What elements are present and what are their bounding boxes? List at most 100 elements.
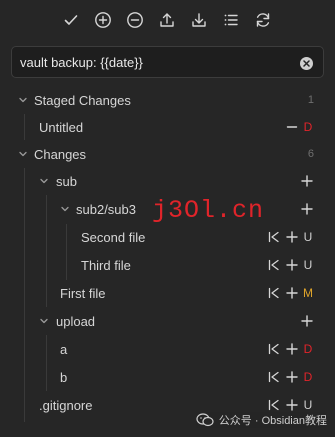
- status-badge: U: [303, 230, 313, 244]
- plus-icon: [301, 315, 313, 327]
- discard-button[interactable]: [267, 397, 281, 413]
- file-name: a: [60, 341, 68, 357]
- status-badge: D: [303, 342, 313, 356]
- stage-button[interactable]: [285, 285, 299, 301]
- stage-button[interactable]: [285, 257, 299, 273]
- stage-button[interactable]: [300, 313, 314, 329]
- wechat-caption: 公众号 · Obsidian教程: [195, 412, 327, 428]
- push-upload-icon: [160, 13, 174, 27]
- clear-message-button[interactable]: [300, 57, 313, 70]
- watermark: j3Ol.cn: [152, 196, 265, 225]
- close-icon: [303, 60, 310, 67]
- folder-actions: [296, 311, 314, 331]
- file-actions: U: [263, 227, 314, 247]
- discard-icon: [268, 231, 279, 243]
- stage-button[interactable]: [285, 369, 299, 385]
- staged-changes-title: Staged Changes: [34, 92, 131, 108]
- status-badge: D: [303, 370, 313, 384]
- discard-button[interactable]: [267, 369, 281, 385]
- discard-icon: [268, 343, 279, 355]
- refresh-button[interactable]: [252, 9, 274, 31]
- folder-row-sub[interactable]: sub: [0, 168, 335, 194]
- discard-icon: [268, 287, 279, 299]
- stage-button[interactable]: [300, 201, 314, 217]
- file-row-third[interactable]: Third file U: [0, 252, 335, 278]
- stage-button[interactable]: [285, 397, 299, 413]
- folder-name: sub2/sub3: [76, 201, 136, 217]
- file-actions: U: [263, 255, 314, 275]
- file-name: Third file: [81, 257, 131, 273]
- folder-name: upload: [56, 313, 96, 329]
- discard-button[interactable]: [267, 285, 281, 301]
- plus-icon: [301, 203, 313, 215]
- file-row-first[interactable]: First file M: [0, 280, 335, 306]
- list-view-icon: [224, 14, 238, 26]
- push-button[interactable]: [156, 9, 178, 31]
- file-row-second[interactable]: Second file U: [0, 224, 335, 250]
- pull-button[interactable]: [188, 9, 210, 31]
- status-badge: U: [303, 398, 313, 412]
- file-name: Untitled: [39, 119, 84, 135]
- file-name: b: [60, 369, 68, 385]
- file-row-b[interactable]: b D: [0, 364, 335, 390]
- folder-actions: [296, 171, 314, 191]
- stage-button[interactable]: [285, 229, 299, 245]
- unstage-button[interactable]: [285, 119, 299, 135]
- list-view-button[interactable]: [220, 9, 242, 31]
- pull-download-icon: [192, 13, 206, 27]
- plus-icon: [286, 371, 298, 383]
- staged-file-row[interactable]: Untitled D: [0, 114, 335, 140]
- stage-button[interactable]: [285, 341, 299, 357]
- unstage-all-button[interactable]: [124, 9, 146, 31]
- file-name: Second file: [81, 229, 146, 245]
- wechat-icon: [196, 413, 214, 427]
- discard-icon: [268, 371, 279, 383]
- unstage-all-minus-icon: [127, 12, 143, 28]
- file-actions: D: [263, 367, 314, 387]
- commit-message-box: [11, 46, 324, 78]
- wechat-text: 公众号 · Obsidian教程: [218, 415, 327, 427]
- changes-count: 6: [307, 148, 314, 160]
- plus-icon: [286, 259, 298, 271]
- chevron-down-icon: [38, 315, 50, 327]
- staged-changes-header[interactable]: Staged Changes 1: [0, 87, 335, 113]
- plus-icon: [286, 399, 298, 411]
- changes-header[interactable]: Changes 6: [0, 141, 335, 167]
- staged-count: 1: [307, 94, 314, 106]
- source-control-panel: Staged Changes 1 Untitled D Changes 6 su…: [0, 0, 335, 437]
- file-actions: D: [281, 117, 314, 137]
- refresh-icon: [256, 13, 270, 27]
- changes-title: Changes: [34, 146, 87, 162]
- folder-actions: [296, 199, 314, 219]
- file-name: First file: [60, 285, 106, 301]
- discard-icon: [268, 259, 279, 271]
- discard-button[interactable]: [267, 341, 281, 357]
- file-name: .gitignore: [39, 397, 93, 413]
- plus-icon: [286, 343, 298, 355]
- plus-icon: [301, 175, 313, 187]
- status-badge: D: [303, 120, 313, 134]
- discard-button[interactable]: [267, 257, 281, 273]
- file-actions: M: [263, 283, 314, 303]
- chevron-down-icon: [17, 148, 29, 160]
- commit-message-input[interactable]: [20, 53, 290, 71]
- stage-all-button[interactable]: [92, 9, 114, 31]
- commit-check-icon: [64, 15, 78, 25]
- minus-icon: [286, 126, 298, 128]
- toolbar: [60, 9, 284, 31]
- status-badge: M: [303, 286, 313, 300]
- chevron-down-icon: [59, 203, 71, 215]
- stage-all-plus-icon: [95, 12, 111, 28]
- folder-row-upload[interactable]: upload: [0, 308, 335, 334]
- file-actions: D: [263, 339, 314, 359]
- commit-button[interactable]: [60, 9, 82, 31]
- status-badge: U: [303, 258, 313, 272]
- discard-button[interactable]: [267, 229, 281, 245]
- folder-name: sub: [56, 173, 77, 189]
- chevron-down-icon: [38, 175, 50, 187]
- chevron-down-icon: [17, 94, 29, 106]
- discard-icon: [268, 399, 279, 411]
- stage-button[interactable]: [300, 173, 314, 189]
- plus-icon: [286, 231, 298, 243]
- file-row-a[interactable]: a D: [0, 336, 335, 362]
